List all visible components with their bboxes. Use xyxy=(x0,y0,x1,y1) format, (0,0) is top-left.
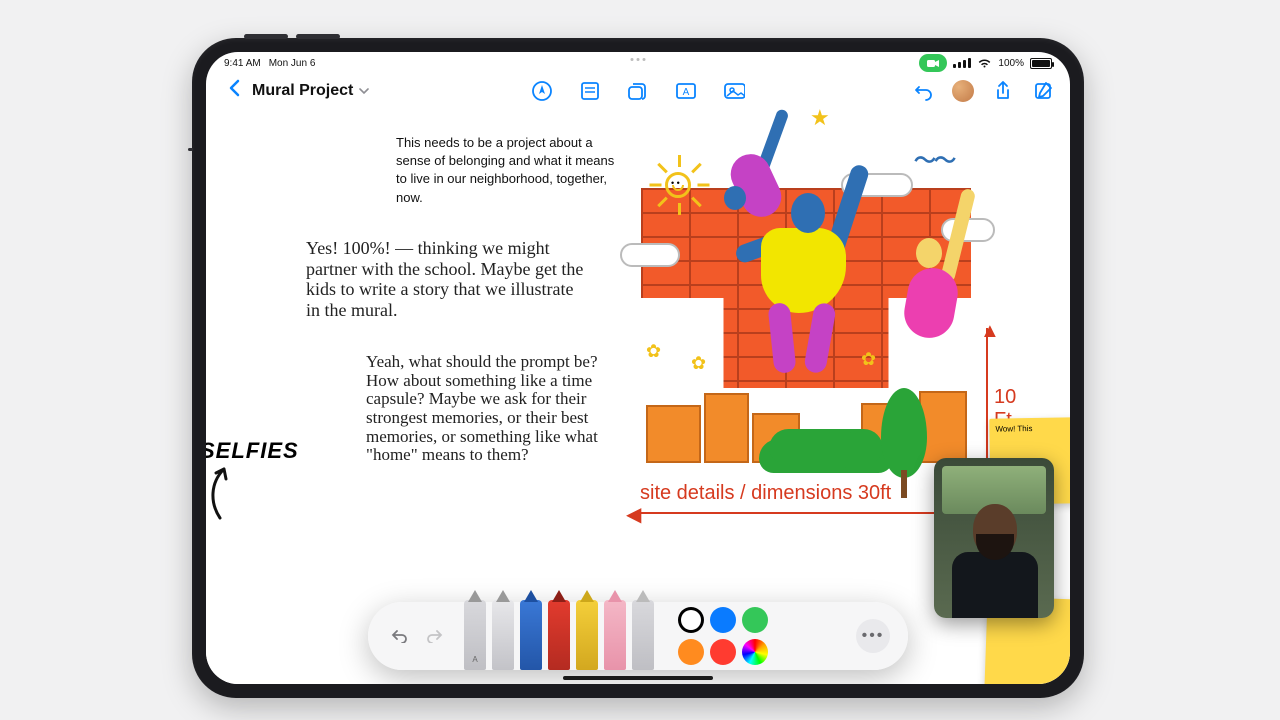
side-label-selfies: SELFIES xyxy=(206,438,299,464)
battery-percent: 100% xyxy=(998,58,1024,69)
home-indicator[interactable] xyxy=(563,676,713,680)
facetime-active-pill[interactable] xyxy=(919,54,947,72)
handwritten-note-1: Yes! 100%! — thinking we might partner w… xyxy=(306,238,586,321)
dimension-note-label: site details / dimensions 30ft xyxy=(640,482,891,505)
bush-icon xyxy=(781,433,871,467)
arrow-icon xyxy=(206,463,236,532)
mural-illustration: • • ★ ～ ～ xyxy=(636,113,1016,493)
collaborator-avatar[interactable] xyxy=(952,80,974,102)
highlighter-tool[interactable] xyxy=(576,600,598,670)
color-swatch-blue[interactable] xyxy=(710,607,736,633)
status-bar: 9:41 AM Mon Jun 6 100% xyxy=(206,52,1070,74)
facetime-pip[interactable] xyxy=(934,458,1054,618)
color-swatch-orange[interactable] xyxy=(678,639,704,665)
flower-icon: ✿ xyxy=(691,353,706,374)
freeform-canvas[interactable]: This needs to be a project about a sense… xyxy=(206,108,1070,684)
status-date: Mon Jun 6 xyxy=(269,58,316,69)
svg-text:A: A xyxy=(683,87,690,98)
compose-button[interactable] xyxy=(1032,80,1054,102)
person-illustration xyxy=(731,153,881,363)
color-swatch-black[interactable] xyxy=(678,607,704,633)
typed-text-block[interactable]: This needs to be a project about a sense… xyxy=(396,134,626,207)
person-illustration xyxy=(896,228,1006,398)
volume-button xyxy=(244,34,288,39)
insert-tools: A xyxy=(531,80,745,102)
cloud-icon xyxy=(620,243,680,267)
marker-tool[interactable] xyxy=(520,600,542,670)
board-title[interactable]: Mural Project xyxy=(252,82,369,100)
pen-tool[interactable]: A xyxy=(464,600,486,670)
photo-button[interactable] xyxy=(723,80,745,102)
board-title-label: Mural Project xyxy=(252,82,353,100)
lasso-tool[interactable] xyxy=(632,600,654,670)
files-button[interactable] xyxy=(627,80,649,102)
drawing-palette: A ••• xyxy=(368,602,908,670)
pencil-tool[interactable] xyxy=(492,600,514,670)
birds-icon: ～ ～ xyxy=(914,143,952,175)
color-swatch-green[interactable] xyxy=(742,607,768,633)
palette-undo-button[interactable] xyxy=(386,623,412,649)
color-swatch-empty xyxy=(774,607,800,633)
color-swatches xyxy=(678,607,800,665)
undo-button[interactable] xyxy=(912,80,934,102)
share-button[interactable] xyxy=(992,80,1014,102)
chevron-down-icon xyxy=(359,88,369,95)
multitask-dots[interactable] xyxy=(631,58,646,61)
sun-icon: • • xyxy=(654,161,702,209)
ipad-device-frame: 9:41 AM Mon Jun 6 100% xyxy=(192,38,1084,698)
back-button[interactable] xyxy=(222,79,246,103)
volume-button xyxy=(296,34,340,39)
flower-icon: ✿ xyxy=(646,341,661,362)
ipad-screen: 9:41 AM Mon Jun 6 100% xyxy=(206,52,1070,684)
video-icon xyxy=(927,59,939,68)
pen-tool-button[interactable] xyxy=(531,80,553,102)
flower-icon: ✿ xyxy=(861,349,876,370)
wifi-icon xyxy=(977,58,992,69)
palette-redo-button[interactable] xyxy=(422,623,448,649)
palette-more-button[interactable]: ••• xyxy=(856,619,890,653)
color-picker-button[interactable] xyxy=(742,639,768,665)
pip-participant xyxy=(956,502,1034,612)
crayon-tool[interactable] xyxy=(548,600,570,670)
battery-icon xyxy=(1030,58,1052,69)
signal-dots xyxy=(953,58,971,68)
sticky-note-button[interactable] xyxy=(579,80,601,102)
handwritten-note-2: Yeah, what should the prompt be? How abo… xyxy=(366,353,626,465)
textbox-button[interactable]: A xyxy=(675,80,697,102)
eraser-tool[interactable] xyxy=(604,600,626,670)
status-time: 9:41 AM xyxy=(224,58,261,69)
color-swatch-red[interactable] xyxy=(710,639,736,665)
app-toolbar: Mural Project A xyxy=(206,74,1070,108)
pen-tools: A xyxy=(464,602,654,670)
sticky-note-text: Wow! This xyxy=(995,424,1032,434)
tree-icon xyxy=(881,388,927,478)
side-button xyxy=(188,148,193,151)
